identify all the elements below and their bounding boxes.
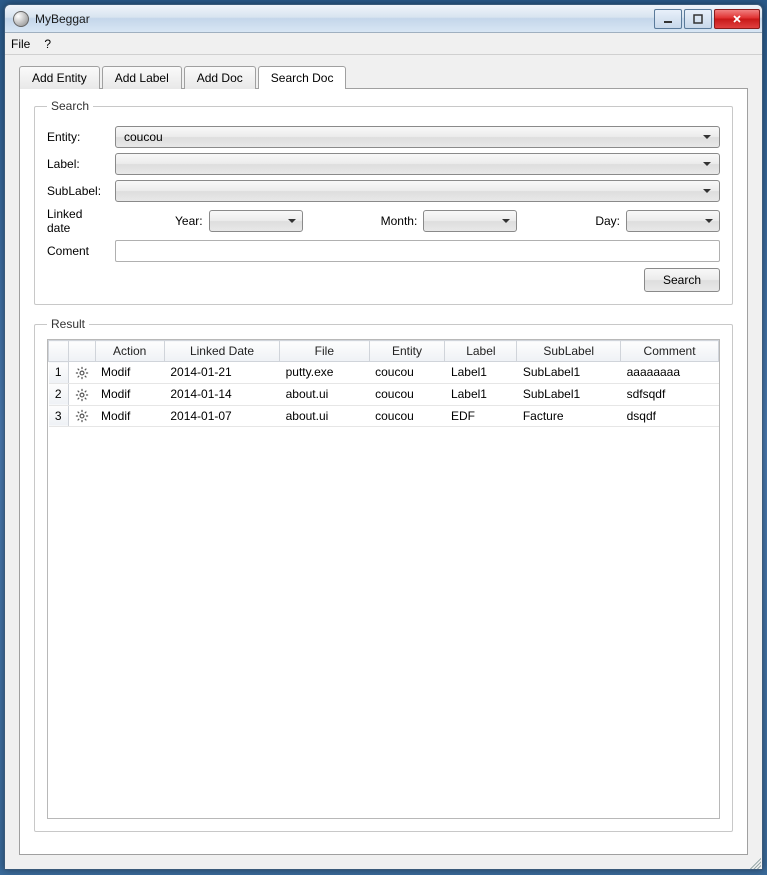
- cell-action: Modif: [95, 383, 164, 405]
- menubar: File ?: [5, 33, 762, 55]
- chevron-down-icon: [705, 219, 713, 223]
- table-row[interactable]: 3 Modif2014-01-07about.uicoucouEDFFacture…: [49, 405, 719, 427]
- sublabel-label: SubLabel:: [47, 184, 109, 198]
- maximize-icon: [693, 14, 703, 24]
- cell-sublabel: SubLabel1: [517, 383, 621, 405]
- menu-help[interactable]: ?: [44, 37, 51, 51]
- col-entity[interactable]: Entity: [369, 341, 445, 362]
- window-title: MyBeggar: [35, 12, 652, 26]
- entity-combo[interactable]: coucou: [115, 126, 720, 148]
- col-icon[interactable]: [69, 341, 96, 362]
- cell-sublabel: Facture: [517, 405, 621, 427]
- table-header-row: Action Linked Date File Entity Label Sub…: [49, 341, 719, 362]
- chevron-down-icon: [703, 162, 711, 166]
- gear-icon: [75, 366, 89, 380]
- cell-action: Modif: [95, 362, 164, 384]
- search-legend: Search: [47, 99, 93, 113]
- col-comment[interactable]: Comment: [621, 341, 719, 362]
- cell-file: putty.exe: [280, 362, 369, 384]
- year-label: Year:: [175, 214, 203, 228]
- cell-entity: coucou: [369, 405, 445, 427]
- cell-linked-date: 2014-01-21: [164, 362, 279, 384]
- cell-rownum: 1: [49, 362, 69, 384]
- cell-entity: coucou: [369, 362, 445, 384]
- cell-label: EDF: [445, 405, 517, 427]
- cell-sublabel: SubLabel1: [517, 362, 621, 384]
- search-button[interactable]: Search: [644, 268, 720, 292]
- content-area: Add Entity Add Label Add Doc Search Doc …: [5, 55, 762, 869]
- minimize-button[interactable]: [654, 9, 682, 29]
- day-label: Day:: [595, 214, 620, 228]
- coment-label: Coment: [47, 244, 109, 258]
- close-button[interactable]: [714, 9, 760, 29]
- year-combo[interactable]: [209, 210, 303, 232]
- cell-action: Modif: [95, 405, 164, 427]
- linked-date-label: Linked date: [47, 207, 109, 235]
- cell-file: about.ui: [280, 383, 369, 405]
- chevron-down-icon: [703, 189, 711, 193]
- entity-label: Entity:: [47, 130, 109, 144]
- close-icon: [732, 14, 742, 24]
- menu-file[interactable]: File: [11, 37, 30, 51]
- col-rownum[interactable]: [49, 341, 69, 362]
- table-row[interactable]: 2 Modif2014-01-14about.uicoucouLabel1SubL…: [49, 383, 719, 405]
- chevron-down-icon: [288, 219, 296, 223]
- gear-icon: [75, 409, 89, 423]
- tab-add-doc[interactable]: Add Doc: [184, 66, 256, 89]
- col-linked-date[interactable]: Linked Date: [164, 341, 279, 362]
- chevron-down-icon: [502, 219, 510, 223]
- result-table-container[interactable]: Action Linked Date File Entity Label Sub…: [47, 339, 720, 819]
- cell-comment: dsqdf: [621, 405, 719, 427]
- search-button-label: Search: [663, 273, 701, 287]
- tab-add-label[interactable]: Add Label: [102, 66, 182, 89]
- day-combo[interactable]: [626, 210, 720, 232]
- entity-value: coucou: [124, 130, 163, 144]
- cell-linked-date: 2014-01-14: [164, 383, 279, 405]
- resize-grip[interactable]: [747, 855, 761, 869]
- col-label[interactable]: Label: [445, 341, 517, 362]
- tab-panel-search-doc: Search Entity: coucou Label:: [19, 88, 748, 855]
- cell-rownum: 2: [49, 383, 69, 405]
- label-combo[interactable]: [115, 153, 720, 175]
- cell-entity: coucou: [369, 383, 445, 405]
- label-label: Label:: [47, 157, 109, 171]
- titlebar[interactable]: MyBeggar: [5, 5, 762, 33]
- app-icon: [13, 11, 29, 27]
- cell-comment: sdfsqdf: [621, 383, 719, 405]
- cell-rownum: 3: [49, 405, 69, 427]
- app-window: MyBeggar File ? Add Entity Add Label Add…: [4, 4, 763, 870]
- month-label: Month:: [381, 214, 418, 228]
- chevron-down-icon: [703, 135, 711, 139]
- month-combo[interactable]: [423, 210, 517, 232]
- minimize-icon: [663, 14, 673, 24]
- result-legend: Result: [47, 317, 89, 331]
- cell-label: Label1: [445, 383, 517, 405]
- cell-file: about.ui: [280, 405, 369, 427]
- search-fieldset: Search Entity: coucou Label:: [34, 99, 733, 305]
- cell-linked-date: 2014-01-07: [164, 405, 279, 427]
- tab-strip: Add Entity Add Label Add Doc Search Doc: [19, 65, 748, 88]
- cell-gear[interactable]: [69, 362, 96, 384]
- cell-gear[interactable]: [69, 383, 96, 405]
- cell-gear[interactable]: [69, 405, 96, 427]
- table-row[interactable]: 1 Modif2014-01-21putty.execoucouLabel1Sub…: [49, 362, 719, 384]
- coment-input[interactable]: [115, 240, 720, 262]
- col-sublabel[interactable]: SubLabel: [517, 341, 621, 362]
- col-file[interactable]: File: [280, 341, 369, 362]
- result-fieldset: Result Action Linked Date File Entity: [34, 317, 733, 832]
- cell-label: Label1: [445, 362, 517, 384]
- col-action[interactable]: Action: [95, 341, 164, 362]
- maximize-button[interactable]: [684, 9, 712, 29]
- tab-search-doc[interactable]: Search Doc: [258, 66, 347, 89]
- cell-comment: aaaaaaaa: [621, 362, 719, 384]
- sublabel-combo[interactable]: [115, 180, 720, 202]
- result-table: Action Linked Date File Entity Label Sub…: [48, 340, 719, 427]
- tab-add-entity[interactable]: Add Entity: [19, 66, 100, 89]
- gear-icon: [75, 388, 89, 402]
